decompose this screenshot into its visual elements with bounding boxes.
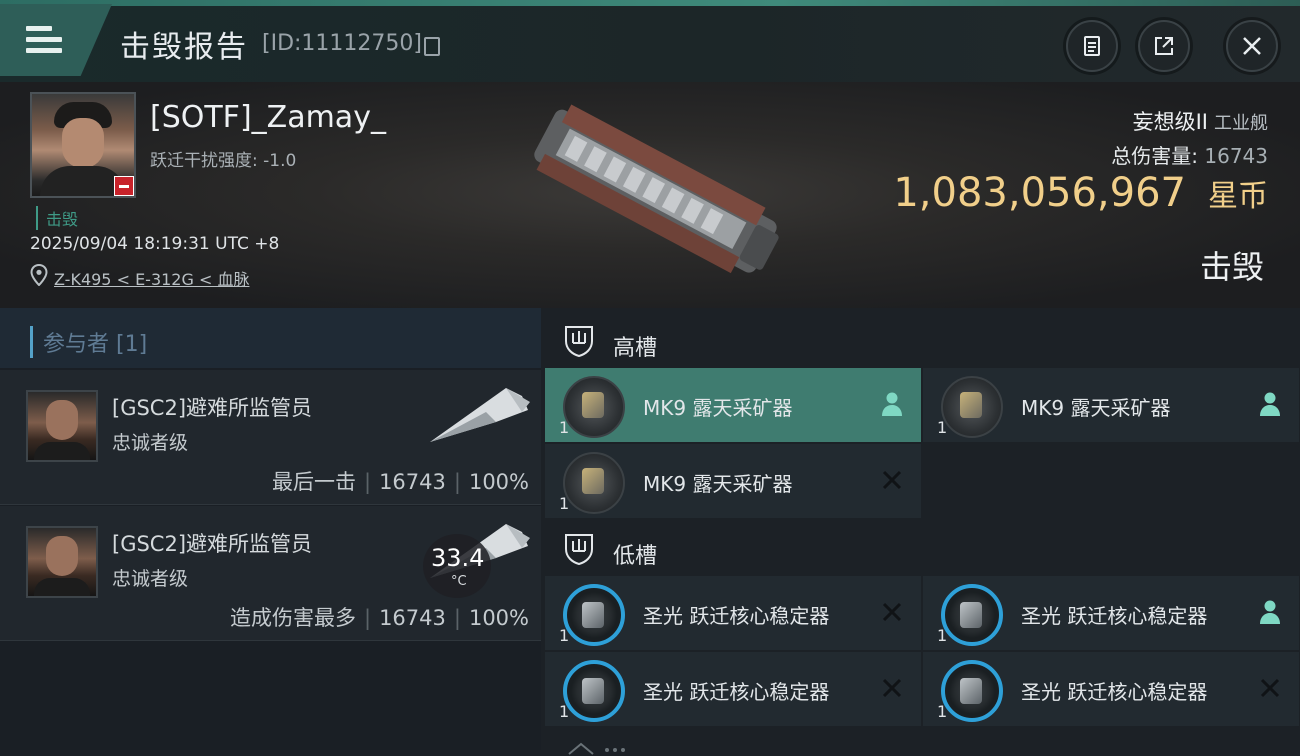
participant-name: [GSC2]避难所监管员: [112, 396, 313, 420]
clipboard-button[interactable]: [1066, 20, 1118, 72]
module-quantity: 1: [937, 702, 948, 721]
module-name: 圣光 跃迁核心稳定器: [643, 604, 830, 628]
destroyed-icon: [882, 602, 902, 622]
total-damage: 总伤害量: 16743: [1111, 144, 1268, 168]
more-slots-icon: [568, 742, 625, 755]
destroyed-icon: [1260, 678, 1280, 698]
isk-value: 1,083,056,967 星币: [893, 170, 1268, 216]
location-pin-icon: [30, 264, 48, 286]
kill-datetime: 2025/09/04 18:19:31 UTC +8: [30, 234, 280, 254]
hostile-badge-icon: [114, 176, 134, 196]
module-icon: [941, 584, 1003, 646]
module-quantity: 1: [559, 702, 570, 721]
low-slot-header: 低槽: [541, 520, 1300, 578]
participant-ship: 忠诚者级: [112, 568, 189, 590]
participant-row[interactable]: [GSC2]避难所监管员 忠诚者级 最后一击 | 16743 | 100%: [0, 370, 541, 505]
participants-title: 参与者 [1]: [30, 326, 147, 358]
participant-damage: 16743: [379, 606, 446, 630]
high-slot-icon: [565, 326, 593, 358]
module-name: MK9 露天采矿器: [643, 472, 793, 496]
ship-image: [534, 104, 779, 274]
module-slot[interactable]: 1 圣光 跃迁核心稳定器: [923, 576, 1299, 650]
module-name: MK9 露天采矿器: [643, 396, 793, 420]
high-slot-label: 高槽: [613, 336, 658, 361]
module-slot[interactable]: 1 圣光 跃迁核心稳定器: [923, 652, 1299, 726]
kill-result: 击毁: [1199, 248, 1264, 286]
module-name: MK9 露天采矿器: [1021, 396, 1171, 420]
menu-button[interactable]: [0, 4, 112, 76]
module-slot[interactable]: 1 圣光 跃迁核心稳定器: [545, 652, 921, 726]
temperature-overlay: 33.4 °C: [423, 534, 491, 598]
module-quantity: 1: [937, 626, 948, 645]
module-icon: [563, 452, 625, 514]
module-icon: [941, 660, 1003, 722]
victim-name[interactable]: [SOTF]_Zamay_: [150, 100, 386, 135]
module-quantity: 1: [559, 494, 570, 513]
fitting-panel: 高槽 1 MK9 露天采矿器 1 MK9 露天采矿器 1 MK9 露天采矿器 低…: [541, 308, 1300, 755]
low-slot-label: 低槽: [613, 544, 658, 569]
module-name: 圣光 跃迁核心稳定器: [643, 680, 830, 704]
participant-damage: 16743: [379, 470, 446, 494]
final-blow-label: 最后一击: [271, 470, 356, 494]
top-damage-label: 造成伤害最多: [229, 606, 356, 630]
module-quantity: 1: [559, 418, 570, 437]
page-title: 击毁报告: [120, 30, 248, 65]
hamburger-icon: [26, 26, 62, 54]
module-quantity: 1: [937, 418, 948, 437]
module-slot[interactable]: 1 MK9 露天采矿器: [545, 444, 921, 518]
copy-icon[interactable]: [424, 37, 440, 56]
participant-avatar[interactable]: [26, 526, 98, 598]
module-icon: [941, 376, 1003, 438]
total-damage-value: 16743: [1204, 144, 1268, 168]
module-name: 圣光 跃迁核心稳定器: [1021, 604, 1208, 628]
participant-avatar[interactable]: [26, 390, 98, 462]
participant-ship: 忠诚者级: [112, 432, 189, 454]
participant-percent: 100%: [468, 606, 529, 630]
share-icon: [1155, 37, 1173, 55]
close-icon: [1243, 37, 1261, 55]
participant-stats: 最后一击 | 16743 | 100%: [271, 470, 529, 494]
destroyed-icon: [882, 470, 902, 490]
temperature-value: 33.4: [431, 544, 485, 572]
module-slot[interactable]: 1 MK9 露天采矿器: [545, 368, 921, 442]
module-slot[interactable]: 1 MK9 露天采矿器: [923, 368, 1299, 442]
participants-panel: 参与者 [1] [GSC2]避难所监管员 忠诚者级 最后一击 | 16743 | 100…: [0, 308, 541, 750]
participant-ship-icon: [430, 388, 530, 442]
high-slot-header: 高槽: [541, 312, 1300, 370]
share-button[interactable]: [1138, 20, 1190, 72]
module-icon: [563, 584, 625, 646]
module-quantity: 1: [559, 626, 570, 645]
kill-location-link[interactable]: Z-K495 < E-312G < 血脉: [54, 266, 249, 290]
top-bar: 击毁报告 [ID:11112750]: [0, 0, 1300, 82]
victim-summary: [SOTF]_Zamay_ 跃迁干扰强度: -1.0 击毁 2025/09/04…: [0, 82, 1300, 308]
participants-header: 参与者 [1]: [0, 308, 541, 368]
participant-stats: 造成伤害最多 | 16743 | 100%: [229, 606, 529, 630]
destroyed-icon: [882, 678, 902, 698]
kill-id: [ID:11112750]: [262, 31, 422, 56]
temperature-unit: °C: [451, 574, 467, 589]
kill-status: 击毁: [36, 206, 78, 230]
low-slot-icon: [565, 534, 593, 566]
ship-type: 工业舰: [1214, 113, 1268, 134]
participant-name: [GSC2]避难所监管员: [112, 532, 313, 556]
person-icon: [1260, 600, 1280, 624]
module-slot[interactable]: 1 圣光 跃迁核心稳定器: [545, 576, 921, 650]
module-name: 圣光 跃迁核心稳定器: [1021, 680, 1208, 704]
person-icon: [882, 392, 902, 416]
isk-unit: 星币: [1208, 179, 1268, 214]
person-icon: [1260, 392, 1280, 416]
module-icon: [563, 660, 625, 722]
ship-class: 妄想级II 工业舰: [1132, 110, 1268, 134]
clipboard-icon: [1084, 36, 1100, 56]
close-button[interactable]: [1226, 20, 1278, 72]
module-icon: [563, 376, 625, 438]
warp-scramble-strength: 跃迁干扰强度: -1.0: [150, 151, 297, 171]
participant-percent: 100%: [468, 470, 529, 494]
